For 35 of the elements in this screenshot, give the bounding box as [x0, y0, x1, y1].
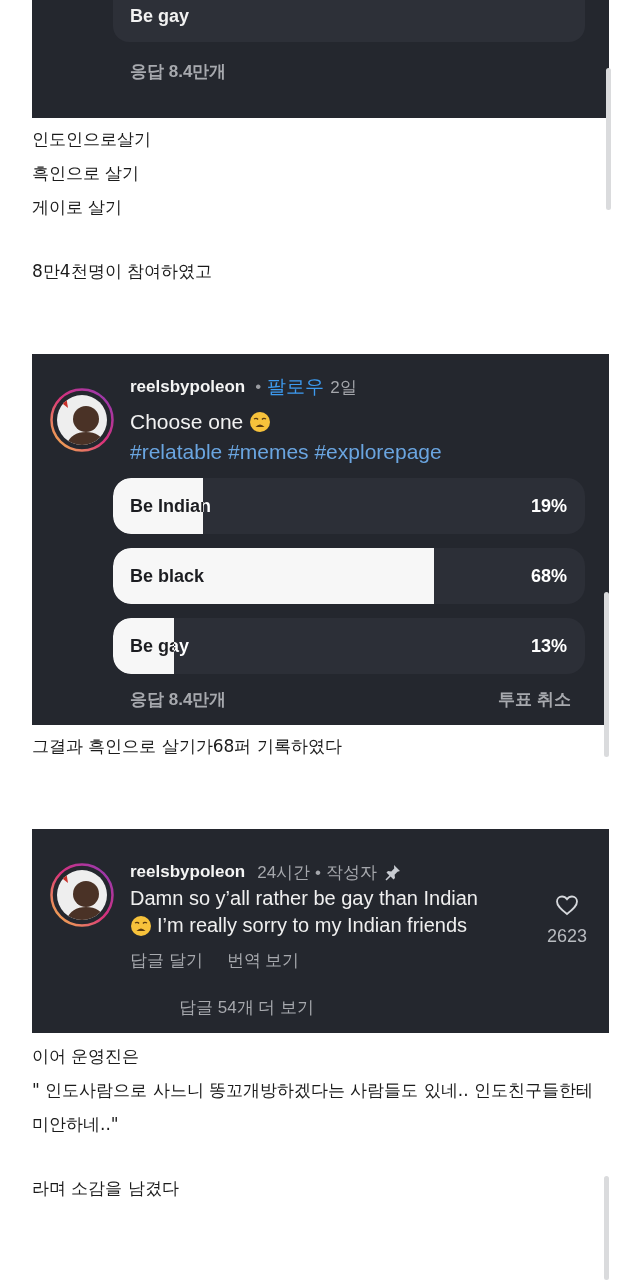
undo-vote-link[interactable]: 투표 취소 — [498, 688, 571, 711]
view-replies-link[interactable]: 답글 54개 더 보기 — [179, 996, 587, 1019]
body-text: 인도인으로살기 — [32, 128, 152, 151]
body-text: " 인도사람으로 사느니 똥꼬개방하겠다는 사람들도 있네.. 인도친구들한테 미안하네.." — [32, 1079, 595, 1136]
post-age: 2일 — [330, 376, 357, 399]
comment-meta: 24시간 • 작성자 — [257, 861, 377, 884]
comment-text: I’m really sorry to my Indian friends — [157, 913, 468, 938]
body-text: 라며 소감을 남겼다 — [32, 1177, 180, 1200]
hashtag-links[interactable]: #relatable #memes #explorepage — [130, 440, 585, 464]
weary-emoji-icon — [249, 411, 272, 433]
like-count: 2623 — [546, 926, 587, 947]
body-text: 이어 운영진은 — [32, 1045, 141, 1068]
avatar-icon — [50, 863, 114, 927]
body-text: 그결과 흑인으로 살기가68퍼 기록하였다 — [32, 735, 343, 758]
separator-dot: • — [255, 377, 262, 397]
avatar-icon — [50, 388, 114, 452]
percent-label: 19% — [530, 495, 567, 517]
reply-link[interactable]: 답글 달기 — [130, 949, 203, 972]
follow-link[interactable]: 팔로우 — [267, 374, 325, 400]
body-text: 게이로 살기 — [32, 196, 124, 219]
response-count: 응답 8.4만개 — [130, 61, 228, 83]
body-text: 8만4천명이 참여하였고 — [32, 260, 214, 283]
response-count: 응답 8.4만개 — [130, 689, 227, 711]
caption-text: Choose one — [130, 410, 244, 434]
poll-option[interactable]: Be black 68% — [113, 548, 585, 604]
weary-emoji-icon — [130, 914, 152, 937]
poll-option[interactable]: Be gay — [113, 0, 585, 42]
percent-label: 13% — [530, 635, 567, 657]
percent-label: 68% — [530, 565, 567, 587]
comment-text: Damn so y’all rather be gay than Indian — [130, 886, 479, 911]
username[interactable]: reelsbypoleon — [130, 862, 246, 882]
translate-link[interactable]: 번역 보기 — [226, 949, 300, 972]
heart-icon — [555, 895, 578, 916]
username[interactable]: reelsbypoleon — [130, 377, 246, 397]
body-text: 흑인으로 살기 — [32, 162, 141, 185]
